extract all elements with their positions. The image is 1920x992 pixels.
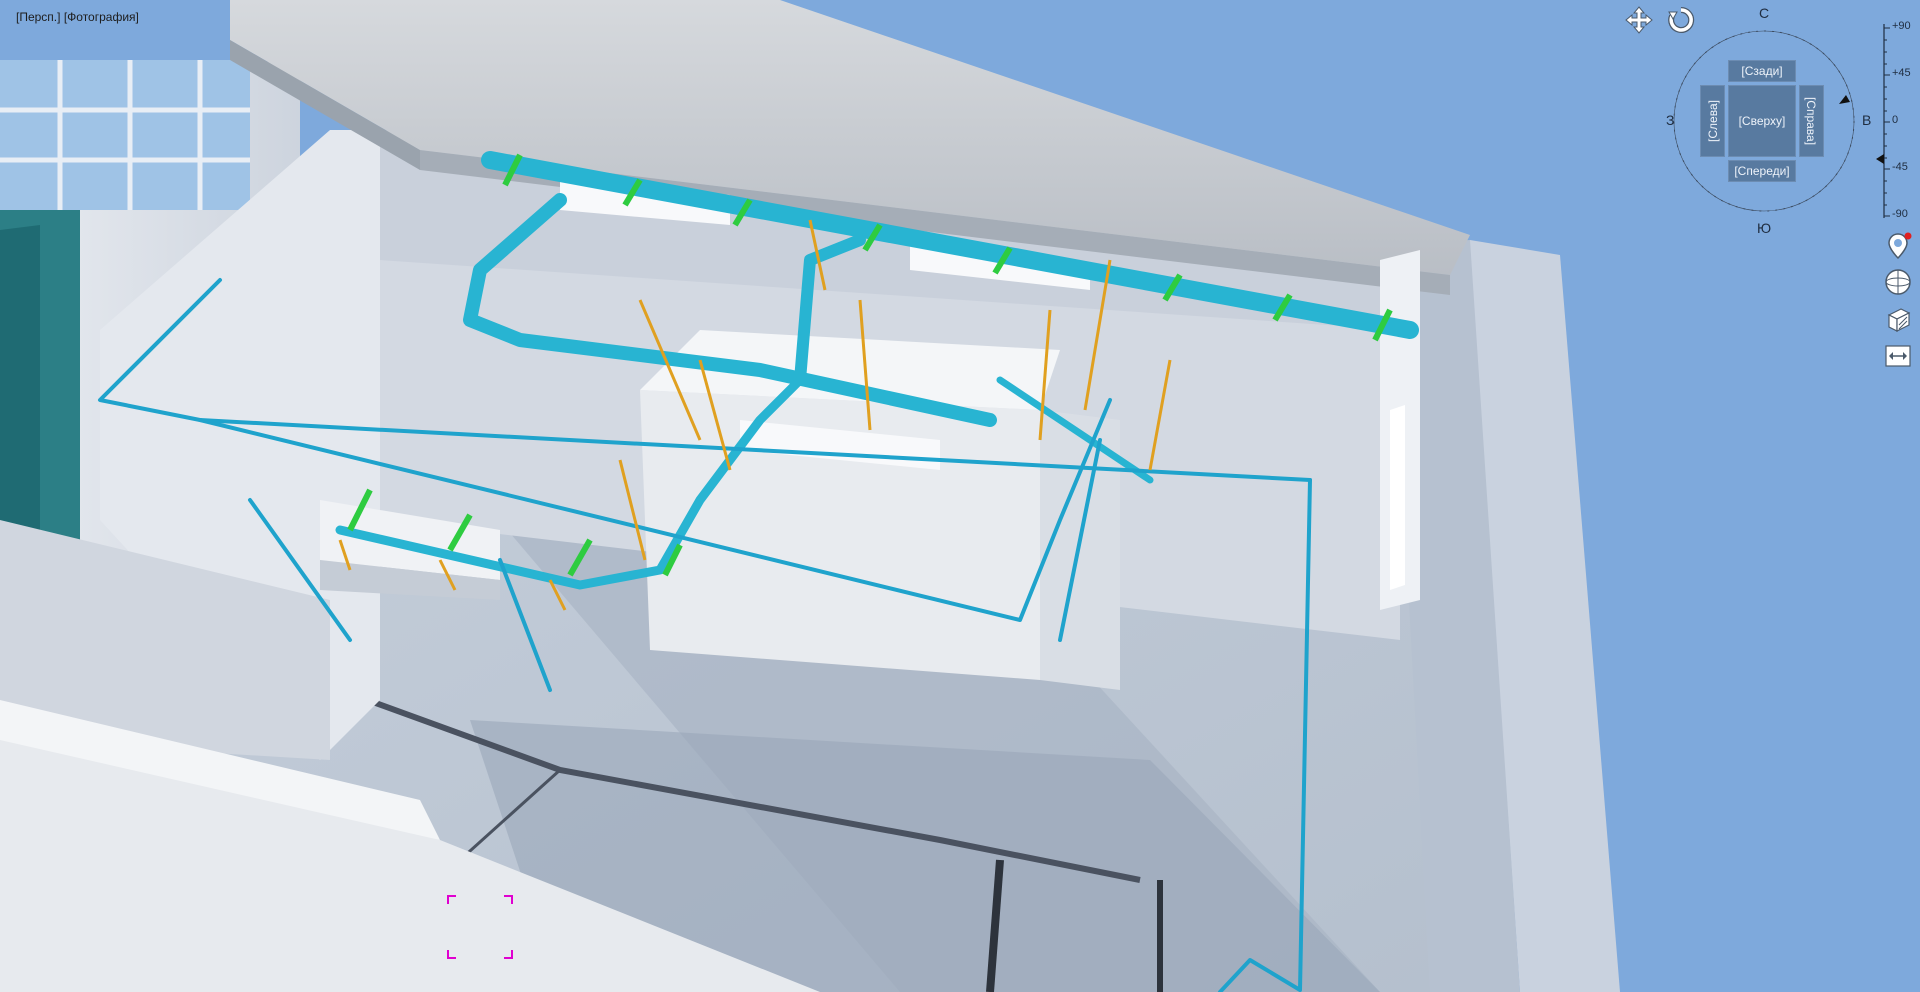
- cube-face-front-label: [Спереди]: [1734, 164, 1790, 178]
- compass-east[interactable]: В: [1862, 112, 1871, 128]
- compass-west[interactable]: З: [1666, 112, 1674, 128]
- cube-face-front[interactable]: [Спереди]: [1728, 160, 1796, 182]
- visual-style-label[interactable]: [Фотография]: [64, 10, 139, 24]
- cube-face-back[interactable]: [Сзади]: [1728, 60, 1796, 82]
- pitch-tick-label: +45: [1892, 67, 1911, 79]
- sphere-view-icon[interactable]: [1882, 266, 1914, 298]
- cube-face-back-label: [Сзади]: [1741, 64, 1783, 78]
- cube-face-top-label: [Сверху]: [1738, 114, 1786, 128]
- pitch-tick-label: -90: [1892, 208, 1908, 220]
- location-pin-icon[interactable]: [1882, 230, 1914, 262]
- pitch-tick-label: -45: [1892, 161, 1908, 173]
- cube-face-left-label: [Слева]: [1705, 100, 1720, 142]
- cube-face-right[interactable]: [Справа]: [1799, 85, 1824, 157]
- viewport-label: [Персп.] [Фотография]: [16, 10, 139, 24]
- section-box-icon[interactable]: [1882, 304, 1914, 336]
- compass-south[interactable]: Ю: [1757, 220, 1771, 236]
- scene-render: [0, 0, 1920, 992]
- cube-face-top[interactable]: [Сверху]: [1728, 85, 1796, 157]
- pitch-tick-label: 0: [1892, 114, 1899, 126]
- projection-label[interactable]: [Персп.]: [16, 10, 60, 24]
- cube-face-left[interactable]: [Слева]: [1700, 85, 1725, 157]
- pitch-tick-label: +90: [1892, 20, 1911, 32]
- pitch-indicator-icon: [1876, 154, 1884, 164]
- fit-width-icon[interactable]: [1882, 340, 1914, 372]
- cube-face-right-label: [Справа]: [1804, 96, 1819, 146]
- pitch-ruler[interactable]: +90 +45 0 -45 -90: [1876, 18, 1920, 224]
- pan-move-icon[interactable]: [1624, 5, 1654, 35]
- compass-north[interactable]: С: [1759, 5, 1769, 21]
- view-cube-compass[interactable]: С Ю З В [Сзади] [Сверху] [Спереди] [Слев…: [1664, 0, 1874, 240]
- 3d-viewport[interactable]: [0, 0, 1920, 992]
